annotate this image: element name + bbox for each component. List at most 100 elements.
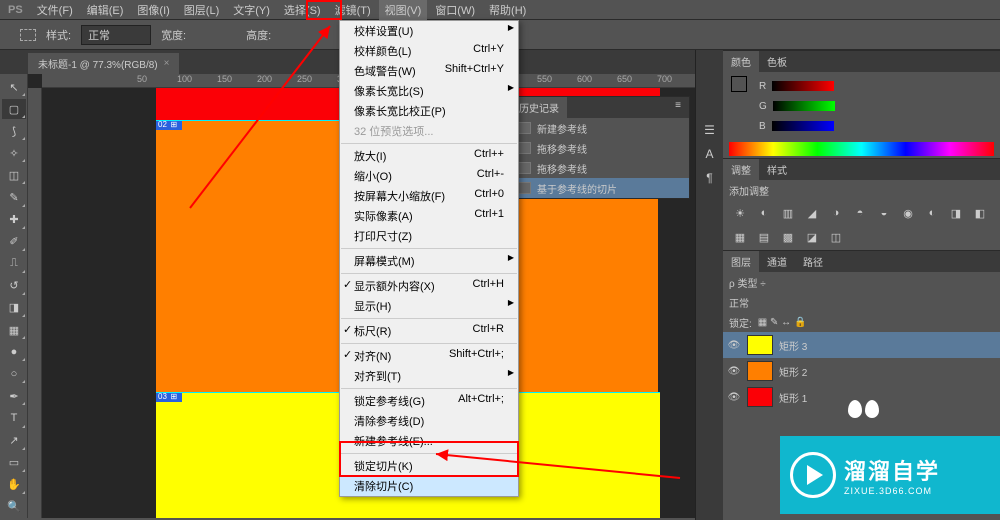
- menu-image[interactable]: 图像(I): [131, 0, 175, 20]
- adjust-icon[interactable]: ▤: [755, 228, 773, 246]
- adjustments-panel[interactable]: 调整样式 添加调整 ☀◐▥◢◑◓◒◉◐◨◧▦▤▩◪◫: [723, 158, 1000, 250]
- menu-item-色域警告(W)[interactable]: 色域警告(W)Shift+Ctrl+Y: [340, 61, 518, 81]
- gradient-tool[interactable]: ▦: [2, 320, 26, 340]
- menu-item-锁定切片(K)[interactable]: 锁定切片(K): [340, 456, 518, 476]
- history-item[interactable]: 新建参考线: [511, 118, 689, 138]
- adjust-icon[interactable]: ☀: [731, 204, 749, 222]
- adjust-icon[interactable]: ◓: [851, 204, 869, 222]
- menu-view[interactable]: 视图(V): [379, 0, 428, 20]
- adjust-icon[interactable]: ◐: [923, 204, 941, 222]
- menu-item-清除切片(C)[interactable]: 清除切片(C): [340, 476, 518, 496]
- menu-edit[interactable]: 编辑(E): [81, 0, 130, 20]
- stamp-tool[interactable]: ⎍: [2, 254, 26, 274]
- menu-item-新建参考线(E)...[interactable]: 新建参考线(E)...: [340, 431, 518, 451]
- style-select[interactable]: 正常: [81, 25, 151, 45]
- document-tab[interactable]: 未标题-1 @ 77.3%(RGB/8) ×: [28, 53, 179, 74]
- crop-tool[interactable]: ◫: [2, 165, 26, 185]
- layer-row[interactable]: 👁矩形 2: [723, 358, 1000, 384]
- move-tool[interactable]: ↖: [2, 77, 26, 97]
- shape-tool[interactable]: ▭: [2, 453, 26, 473]
- adjust-icon[interactable]: ◫: [827, 228, 845, 246]
- pen-tool[interactable]: ✒: [2, 386, 26, 406]
- color-ramp[interactable]: [729, 142, 994, 156]
- menu-item-校样设置(U)[interactable]: 校样设置(U): [340, 21, 518, 41]
- zoom-tool[interactable]: 🔍: [2, 497, 26, 517]
- menu-type[interactable]: 文字(Y): [227, 0, 276, 20]
- menu-item-清除参考线(D)[interactable]: 清除参考线(D): [340, 411, 518, 431]
- history-item[interactable]: 拖移参考线: [511, 158, 689, 178]
- char-icon[interactable]: A: [700, 144, 720, 164]
- layer-row[interactable]: 👁矩形 3: [723, 332, 1000, 358]
- para-icon[interactable]: ¶: [700, 168, 720, 188]
- menu-item-打印尺寸(Z)[interactable]: 打印尺寸(Z): [340, 226, 518, 246]
- menu-item-校样颜色(L)[interactable]: 校样颜色(L)Ctrl+Y: [340, 41, 518, 61]
- brush-tool[interactable]: ✐: [2, 232, 26, 252]
- color-tab[interactable]: 颜色: [723, 51, 759, 72]
- menu-filter[interactable]: 滤镜(T): [329, 0, 377, 20]
- panel-menu-icon[interactable]: ≡: [667, 97, 689, 118]
- visibility-icon[interactable]: 👁: [727, 366, 741, 377]
- close-icon[interactable]: ×: [164, 58, 170, 69]
- adjust-icon[interactable]: ◐: [755, 204, 773, 222]
- history-item[interactable]: 拖移参考线: [511, 138, 689, 158]
- menu-item-像素长宽比(S)[interactable]: 像素长宽比(S): [340, 81, 518, 101]
- visibility-icon[interactable]: 👁: [727, 340, 741, 351]
- swatches-tab[interactable]: 色板: [759, 51, 795, 72]
- color-panel[interactable]: 颜色色板 R G B: [723, 50, 1000, 158]
- menu-help[interactable]: 帮助(H): [483, 0, 532, 20]
- adjust-icon[interactable]: ◉: [899, 204, 917, 222]
- channels-tab[interactable]: 通道: [759, 251, 795, 272]
- g-slider[interactable]: [773, 101, 835, 111]
- blur-tool[interactable]: ●: [2, 342, 26, 362]
- menu-file[interactable]: 文件(F): [31, 0, 79, 20]
- eyedropper-tool[interactable]: ✎: [2, 187, 26, 207]
- history-brush-tool[interactable]: ↺: [2, 276, 26, 296]
- menu-item-缩小(O)[interactable]: 缩小(O)Ctrl+-: [340, 166, 518, 186]
- menu-item-按屏幕大小缩放(F)[interactable]: 按屏幕大小缩放(F)Ctrl+0: [340, 186, 518, 206]
- menu-item-锁定参考线(G)[interactable]: 锁定参考线(G)Alt+Ctrl+;: [340, 391, 518, 411]
- adjust-icon[interactable]: ◒: [875, 204, 893, 222]
- adjust-icon[interactable]: ◑: [827, 204, 845, 222]
- styles-tab[interactable]: 样式: [759, 159, 795, 180]
- path-tool[interactable]: ↗: [2, 431, 26, 451]
- history-tab[interactable]: 历史记录: [511, 97, 567, 118]
- adjust-icon[interactable]: ◧: [971, 204, 989, 222]
- foreground-swatch[interactable]: [731, 76, 747, 92]
- adjust-icon[interactable]: ◪: [803, 228, 821, 246]
- type-tool[interactable]: T: [2, 408, 26, 428]
- blend-mode-select[interactable]: 正常: [729, 295, 749, 310]
- layer-filter-kind[interactable]: ρ 类型 ÷: [729, 275, 766, 290]
- lasso-tool[interactable]: ⟆: [2, 121, 26, 141]
- visibility-icon[interactable]: 👁: [727, 392, 741, 403]
- history-icon[interactable]: ☰: [700, 120, 720, 140]
- b-slider[interactable]: [772, 121, 834, 131]
- menu-select[interactable]: 选择(S): [278, 0, 327, 20]
- menu-window[interactable]: 窗口(W): [429, 0, 481, 20]
- history-item[interactable]: 基于参考线的切片: [511, 178, 689, 198]
- marquee-tool[interactable]: ▢: [2, 99, 26, 119]
- menu-item-标尺(R)[interactable]: 标尺(R)Ctrl+R: [340, 321, 518, 341]
- menu-item-显示额外内容(X)[interactable]: 显示额外内容(X)Ctrl+H: [340, 276, 518, 296]
- menu-item-放大(I)[interactable]: 放大(I)Ctrl++: [340, 146, 518, 166]
- adjust-icon[interactable]: ◨: [947, 204, 965, 222]
- adjust-tab[interactable]: 调整: [723, 159, 759, 180]
- hand-tool[interactable]: ✋: [2, 475, 26, 495]
- menu-item-对齐(N)[interactable]: 对齐(N)Shift+Ctrl+;: [340, 346, 518, 366]
- adjust-icon[interactable]: ▦: [731, 228, 749, 246]
- paths-tab[interactable]: 路径: [795, 251, 831, 272]
- r-slider[interactable]: [772, 81, 834, 91]
- menu-item-屏幕模式(M)[interactable]: 屏幕模式(M): [340, 251, 518, 271]
- history-panel[interactable]: 历史记录≡ 新建参考线拖移参考线拖移参考线基于参考线的切片: [510, 96, 690, 199]
- adjust-icon[interactable]: ▩: [779, 228, 797, 246]
- lock-icons[interactable]: ▦ ✎ ↔ 🔒: [758, 317, 807, 328]
- adjust-icon[interactable]: ▥: [779, 204, 797, 222]
- adjust-icon[interactable]: ◢: [803, 204, 821, 222]
- layers-tab[interactable]: 图层: [723, 251, 759, 272]
- menu-item-像素长宽比校正(P)[interactable]: 像素长宽比校正(P): [340, 101, 518, 121]
- heal-tool[interactable]: ✚: [2, 210, 26, 230]
- dodge-tool[interactable]: ○: [2, 364, 26, 384]
- eraser-tool[interactable]: ◨: [2, 298, 26, 318]
- wand-tool[interactable]: ✧: [2, 143, 26, 163]
- menu-item-实际像素(A)[interactable]: 实际像素(A)Ctrl+1: [340, 206, 518, 226]
- menu-item-对齐到(T)[interactable]: 对齐到(T): [340, 366, 518, 386]
